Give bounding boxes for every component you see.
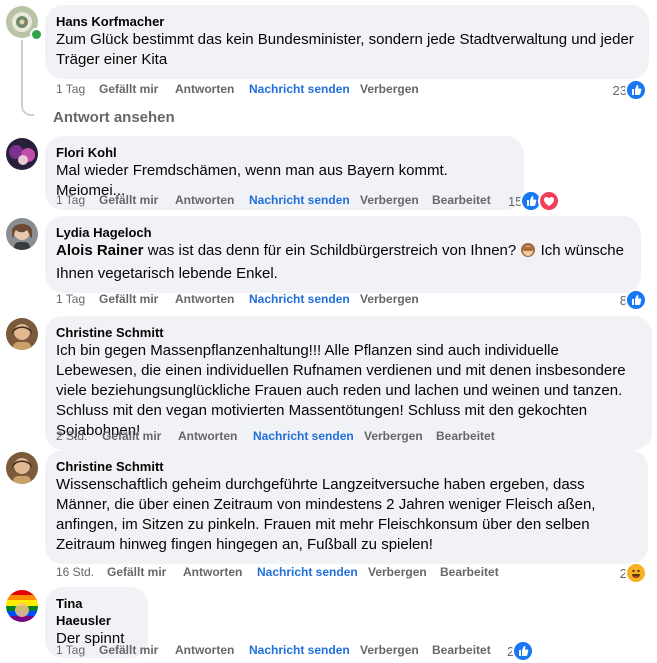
view-replies-link[interactable]: Antwort ansehen [53, 109, 175, 126]
see-no-evil-monkey-emoji [520, 242, 536, 264]
comment-text-part-1: was ist das denn für ein Schildbürgerstr… [143, 242, 517, 259]
like-button[interactable]: Gefällt mir [99, 190, 158, 210]
mention-link[interactable]: Alois Rainer [56, 242, 144, 259]
comment-author[interactable]: Christine Schmitt [56, 458, 636, 475]
comment-bubble: Hans Korfmacher Zum Glück bestimmt das k… [45, 5, 649, 79]
comment-author[interactable]: Lydia Hageloch [56, 224, 629, 241]
comment-time[interactable]: 1 Tag [56, 190, 85, 210]
send-message-button[interactable]: Nachricht senden [249, 190, 350, 210]
reaction-summary[interactable]: 2 [507, 640, 535, 662]
hide-button[interactable]: Verbergen [360, 190, 419, 210]
like-icon [625, 79, 647, 101]
send-message-button[interactable]: Nachricht senden [257, 562, 358, 582]
hide-button[interactable]: Verbergen [360, 79, 419, 99]
comment-time[interactable]: 1 Tag [56, 79, 85, 99]
comment-bubble: Christine Schmitt Wissenschaftlich gehei… [45, 450, 648, 564]
edited-label: Bearbeitet [436, 429, 495, 443]
reaction-summary[interactable]: 23 [613, 79, 647, 101]
like-button[interactable]: Gefällt mir [102, 426, 161, 446]
hide-button[interactable]: Verbergen [360, 289, 419, 309]
reaction-summary[interactable]: 15 [508, 190, 561, 212]
like-button[interactable]: Gefällt mir [99, 289, 158, 309]
avatar-christine-schmitt[interactable] [6, 452, 38, 484]
comment-time[interactable]: 1 Tag [56, 289, 85, 309]
comment-time[interactable]: 1 Tag [56, 640, 85, 660]
like-button[interactable]: Gefällt mir [107, 562, 166, 582]
comment-author[interactable]: Christine Schmitt [56, 324, 640, 341]
send-message-button[interactable]: Nachricht senden [249, 640, 350, 660]
edited-label: Bearbeitet [432, 643, 491, 657]
reaction-summary[interactable]: 8 [620, 289, 647, 311]
comment-time[interactable]: 2 Std. [56, 426, 87, 446]
reply-button[interactable]: Antworten [175, 79, 234, 99]
send-message-button[interactable]: Nachricht senden [249, 79, 350, 99]
reply-button[interactable]: Antworten [175, 289, 234, 309]
like-button[interactable]: Gefällt mir [99, 640, 158, 660]
avatar-christine-schmitt[interactable] [6, 318, 38, 350]
send-message-button[interactable]: Nachricht senden [249, 289, 350, 309]
comment-text: Zum Glück bestimmt das kein Bundesminist… [56, 31, 634, 68]
hide-button[interactable]: Verbergen [368, 562, 427, 582]
like-icon [512, 640, 535, 662]
laughing-icon [625, 562, 647, 584]
reply-button[interactable]: Antworten [175, 190, 234, 210]
edited-label: Bearbeitet [440, 565, 499, 579]
hide-button[interactable]: Verbergen [360, 640, 419, 660]
comment-text: Alois Rainer was ist das denn für ein Sc… [56, 241, 629, 284]
avatar-lydia-hageloch[interactable] [6, 218, 38, 250]
comment-author[interactable]: Flori Kohl [56, 144, 512, 161]
comment-author[interactable]: Hans Korfmacher [56, 13, 637, 30]
heart-icon [538, 190, 561, 212]
reply-button[interactable]: Antworten [183, 562, 242, 582]
comment-time[interactable]: 16 Std. [56, 562, 94, 582]
comment-author[interactable]: Tina Haeusler [56, 595, 136, 629]
avatar-tina-haeusler[interactable] [6, 590, 38, 622]
comment-bubble: Lydia Hageloch Alois Rainer was ist das … [45, 216, 641, 293]
avatar-flori-kohl[interactable] [6, 138, 38, 170]
reply-button[interactable]: Antworten [175, 640, 234, 660]
send-message-button[interactable]: Nachricht senden [253, 426, 354, 446]
comment-text: Wissenschaftlich geheim durchgeführte La… [56, 476, 596, 553]
hide-button[interactable]: Verbergen [364, 426, 423, 446]
reply-button[interactable]: Antworten [178, 426, 237, 446]
like-button[interactable]: Gefällt mir [99, 79, 158, 99]
edited-label: Bearbeitet [432, 193, 491, 207]
like-icon [625, 289, 647, 311]
reaction-summary[interactable]: 2 [620, 562, 647, 584]
reply-thread-line [21, 40, 34, 116]
